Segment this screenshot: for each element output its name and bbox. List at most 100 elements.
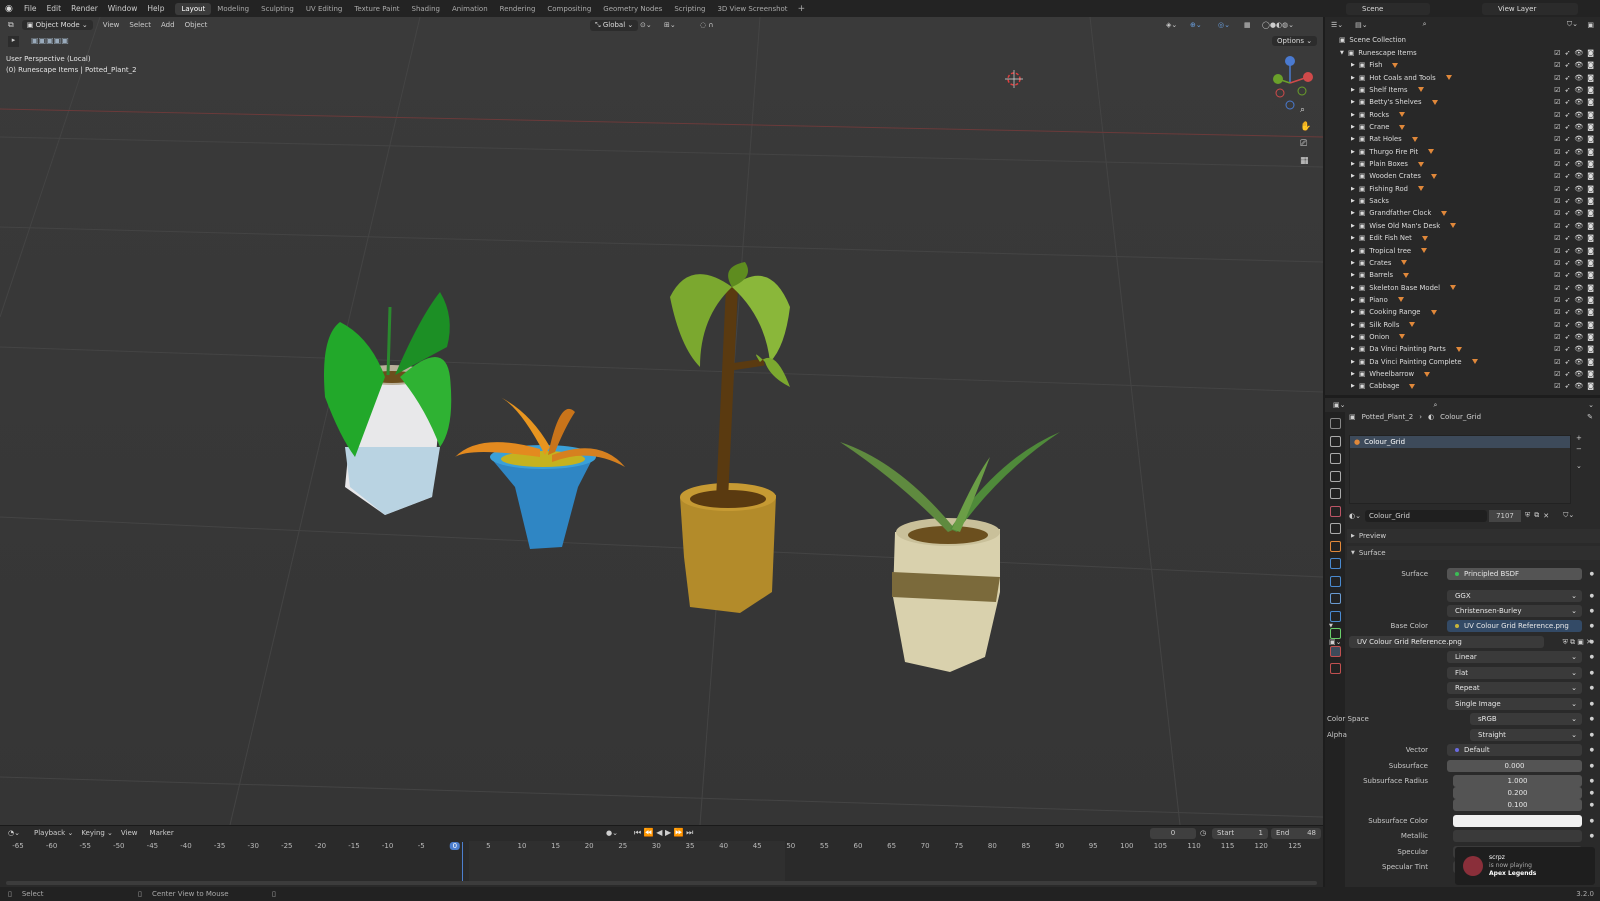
start-frame-field[interactable]: Start 1 (1212, 827, 1268, 839)
property-field[interactable] (1453, 830, 1582, 842)
editor-type-icon[interactable]: ⧉ (8, 20, 14, 30)
expand-arrow-icon[interactable]: ▶ (1351, 136, 1355, 142)
property-field[interactable]: 0.000 (1447, 760, 1582, 772)
keyframe-dot-icon[interactable]: ● (1590, 701, 1594, 707)
expand-arrow-icon[interactable]: ▶ (1351, 322, 1355, 328)
add-workspace-button[interactable]: + (798, 4, 806, 14)
keyframe-dot-icon[interactable]: ● (1590, 778, 1594, 784)
outliner-item[interactable]: ▶ ▣ Cabbage ☑ ➶ 👁 ◙ (1325, 380, 1600, 393)
menu-render[interactable]: Render (66, 4, 103, 13)
timeline-scrollbar[interactable] (6, 881, 1317, 885)
keyframe-dot-icon[interactable]: ● (1590, 763, 1594, 769)
item-visibility[interactable]: ☑ ➶ 👁 ◙ (1554, 111, 1594, 119)
outliner-item[interactable]: ▶ ▣ Onion ☑ ➶ 👁 ◙ (1325, 331, 1600, 344)
expand-arrow-icon[interactable]: ▶ (1351, 223, 1355, 229)
expand-arrow-icon[interactable]: ▶ (1351, 173, 1355, 179)
proportional-edit-icon[interactable]: ◌ ∩ (700, 21, 713, 29)
property-field[interactable]: UV Colour Grid Reference.png (1447, 620, 1582, 632)
material-browse-icon[interactable]: ◐⌄ (1349, 512, 1361, 520)
property-field[interactable]: Linear ⌄ (1447, 651, 1582, 663)
menu-window[interactable]: Window (103, 4, 143, 13)
item-visibility[interactable]: ☑ ➶ 👁 ◙ (1554, 209, 1594, 217)
expand-arrow-icon[interactable]: ▶ (1351, 285, 1355, 291)
item-visibility[interactable]: ☑ ➶ 👁 ◙ (1554, 148, 1594, 156)
navigation-gizmo[interactable] (1262, 55, 1318, 111)
scene-collection-row[interactable]: ▣ Scene Collection (1325, 34, 1600, 47)
expand-arrow-icon[interactable]: ▶ (1351, 383, 1355, 389)
expand-arrow-icon[interactable]: ▶ (1351, 272, 1355, 278)
workspace-tab-shading[interactable]: Shading (406, 3, 446, 15)
item-visibility[interactable]: ☑ ➶ 👁 ◙ (1554, 123, 1594, 131)
workspace-tab-uv-editing[interactable]: UV Editing (300, 3, 349, 15)
item-visibility[interactable]: ☑ ➶ 👁 ◙ (1554, 197, 1594, 205)
ortho-grid-icon[interactable]: ▦ (1300, 156, 1311, 166)
view-layer-selector[interactable]: View Layer (1482, 3, 1578, 15)
pan-hand-icon[interactable]: ✋ (1300, 122, 1311, 132)
tab-output-icon[interactable] (1330, 453, 1341, 464)
shading-modes-icon[interactable]: ◯●◐◍⌄ (1262, 21, 1294, 29)
item-visibility[interactable]: ☑ ➶ 👁 ◙ (1554, 382, 1594, 390)
outliner-item[interactable]: ▶ ▣ Cooking Range ☑ ➶ 👁 ◙ (1325, 306, 1600, 319)
item-visibility[interactable]: ☑ ➶ 👁 ◙ (1554, 160, 1594, 168)
item-visibility[interactable]: ☑ ➶ 👁 ◙ (1554, 98, 1594, 106)
expand-arrow-icon[interactable]: ▼ (1329, 623, 1333, 629)
timeline-menu-marker[interactable]: Marker (150, 829, 174, 837)
outliner-item[interactable]: ▶ ▣ Thurgo Fire Pit ☑ ➶ 👁 ◙ (1325, 145, 1600, 158)
viewport-menu-object[interactable]: Object (185, 21, 208, 29)
outliner-item[interactable]: ▶ ▣ Crates ☑ ➶ 👁 ◙ (1325, 257, 1600, 270)
display-mode-icon[interactable]: ▤⌄ (1355, 21, 1367, 29)
slot-specials-icon[interactable]: ⌄ (1576, 462, 1582, 470)
expand-arrow-icon[interactable]: ▶ (1351, 297, 1355, 303)
property-field[interactable]: Straight ⌄ (1470, 729, 1582, 741)
item-visibility[interactable]: ☑ ➶ 👁 ◙ (1554, 284, 1594, 292)
surface-panel-header[interactable]: ▼ Surface (1347, 546, 1600, 560)
expand-arrow-icon[interactable]: ▶ (1351, 87, 1355, 93)
outliner-editor-icon[interactable]: ☰⌄ (1331, 21, 1343, 29)
material-name-field[interactable]: Colour_Grid (1364, 509, 1487, 522)
collection-row[interactable]: ▼ ▣ Runescape Items ☑ ➶ 👁 ◙ (1325, 47, 1600, 60)
properties-search-icon[interactable]: ⌕ (1433, 401, 1437, 410)
outliner-item[interactable]: ▶ ▣ Crane ☑ ➶ 👁 ◙ (1325, 121, 1600, 134)
duplicate-icon[interactable]: ⧉ (1534, 511, 1539, 520)
expand-arrow-icon[interactable]: ▶ (1351, 210, 1355, 216)
pivot-icon[interactable]: ⊙⌄ (640, 21, 652, 29)
keyframe-dot-icon[interactable]: ● (1590, 716, 1594, 722)
item-visibility[interactable]: ☑ ➶ 👁 ◙ (1554, 135, 1594, 143)
expand-arrow-icon[interactable]: ▶ (1351, 99, 1355, 105)
outliner-item[interactable]: ▶ ▣ Da Vinci Painting Complete ☑ ➶ 👁 ◙ (1325, 355, 1600, 368)
expand-arrow-icon[interactable]: ▶ (1351, 346, 1355, 352)
outliner-item[interactable]: ▶ ▣ Rocks ☑ ➶ 👁 ◙ (1325, 108, 1600, 121)
add-slot-button[interactable]: + (1576, 434, 1582, 442)
keyframe-dot-icon[interactable]: ● (1590, 608, 1594, 614)
timeline-editor-icon[interactable]: ◔⌄ (8, 829, 20, 837)
expand-arrow-icon[interactable]: ▶ (1351, 124, 1355, 130)
workspace-tab-compositing[interactable]: Compositing (541, 3, 597, 15)
item-visibility[interactable]: ☑ ➶ 👁 ◙ (1554, 333, 1594, 341)
tab-tool-icon[interactable] (1330, 418, 1341, 429)
collapse-arrow-icon[interactable]: ▼ (1340, 50, 1344, 56)
workspace-tab-scripting[interactable]: Scripting (668, 3, 711, 15)
item-visibility[interactable]: ☑ ➶ 👁 ◙ (1554, 259, 1594, 267)
remove-slot-button[interactable]: − (1576, 445, 1582, 453)
item-visibility[interactable]: ☑ ➶ 👁 ◙ (1554, 61, 1594, 69)
keyframe-dot-icon[interactable]: ● (1590, 654, 1594, 660)
expand-arrow-icon[interactable]: ▶ (1351, 371, 1355, 377)
scene-selector[interactable]: Scene (1346, 3, 1430, 15)
current-frame-field[interactable]: 0 (1150, 827, 1196, 839)
outliner-item[interactable]: ▶ ▣ Betty's Shelves ☑ ➶ 👁 ◙ (1325, 96, 1600, 109)
xray-toggle-icon[interactable]: ▦ (1244, 21, 1251, 29)
subsurface-color-swatch[interactable] (1453, 815, 1582, 827)
outliner-item[interactable]: ▶ ▣ Fish ☑ ➶ 👁 ◙ (1325, 59, 1600, 72)
expand-arrow-icon[interactable]: ▶ (1351, 359, 1355, 365)
image-actions-icons[interactable]: ⛨ ⧉ ▣ ✕ (1563, 638, 1592, 647)
item-visibility[interactable]: ☑ ➶ 👁 ◙ (1554, 345, 1594, 353)
select-tool-icon[interactable]: ▸ (8, 36, 19, 47)
outliner-item[interactable]: ▶ ▣ Plain Boxes ☑ ➶ 👁 ◙ (1325, 158, 1600, 171)
keyframe-dot-icon[interactable]: ● (1590, 802, 1594, 808)
property-field[interactable]: GGX ⌄ (1447, 590, 1582, 602)
outliner-item[interactable]: ▶ ▣ Shelf Items ☑ ➶ 👁 ◙ (1325, 84, 1600, 97)
keyframe-dot-icon[interactable]: ● (1590, 747, 1594, 753)
keyframe-dot-icon[interactable]: ● (1590, 571, 1594, 577)
workspace-tab-3d-view-screenshot[interactable]: 3D View Screenshot (711, 3, 793, 15)
outliner-item[interactable]: ▶ ▣ Wheelbarrow ☑ ➶ 👁 ◙ (1325, 368, 1600, 381)
